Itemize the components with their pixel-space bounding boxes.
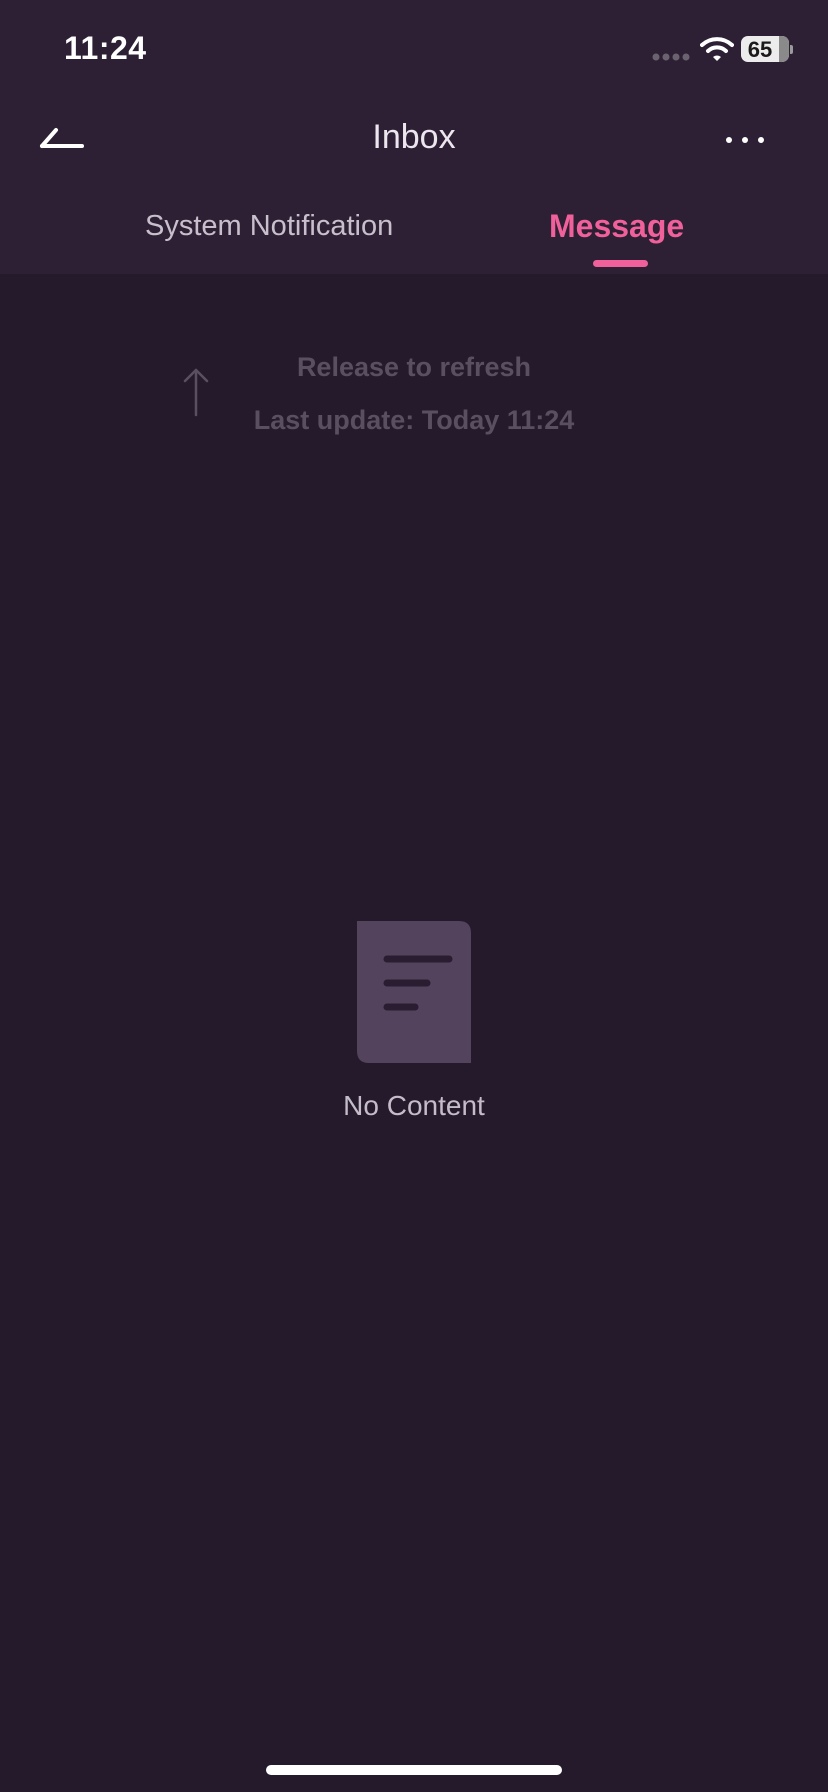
refresh-last-update: Last update: Today 11:24	[253, 405, 575, 435]
battery-icon: 65	[741, 36, 789, 62]
tab-message[interactable]: Message	[549, 208, 684, 245]
wifi-icon	[700, 37, 734, 61]
refresh-status-text: Release to refresh	[296, 352, 532, 382]
document-icon	[357, 921, 471, 1063]
tab-system-notification[interactable]: System Notification	[145, 210, 393, 243]
home-indicator[interactable]	[266, 1765, 562, 1775]
battery-nub	[790, 45, 793, 54]
page-title: Inbox	[372, 118, 456, 156]
empty-state-label: No Content	[343, 1090, 485, 1121]
more-dots-icon[interactable]	[720, 122, 770, 158]
battery-level: 65	[747, 37, 773, 62]
active-tab-indicator	[593, 260, 648, 267]
signal-dots-icon	[652, 53, 690, 61]
status-time: 11:24	[64, 30, 147, 66]
